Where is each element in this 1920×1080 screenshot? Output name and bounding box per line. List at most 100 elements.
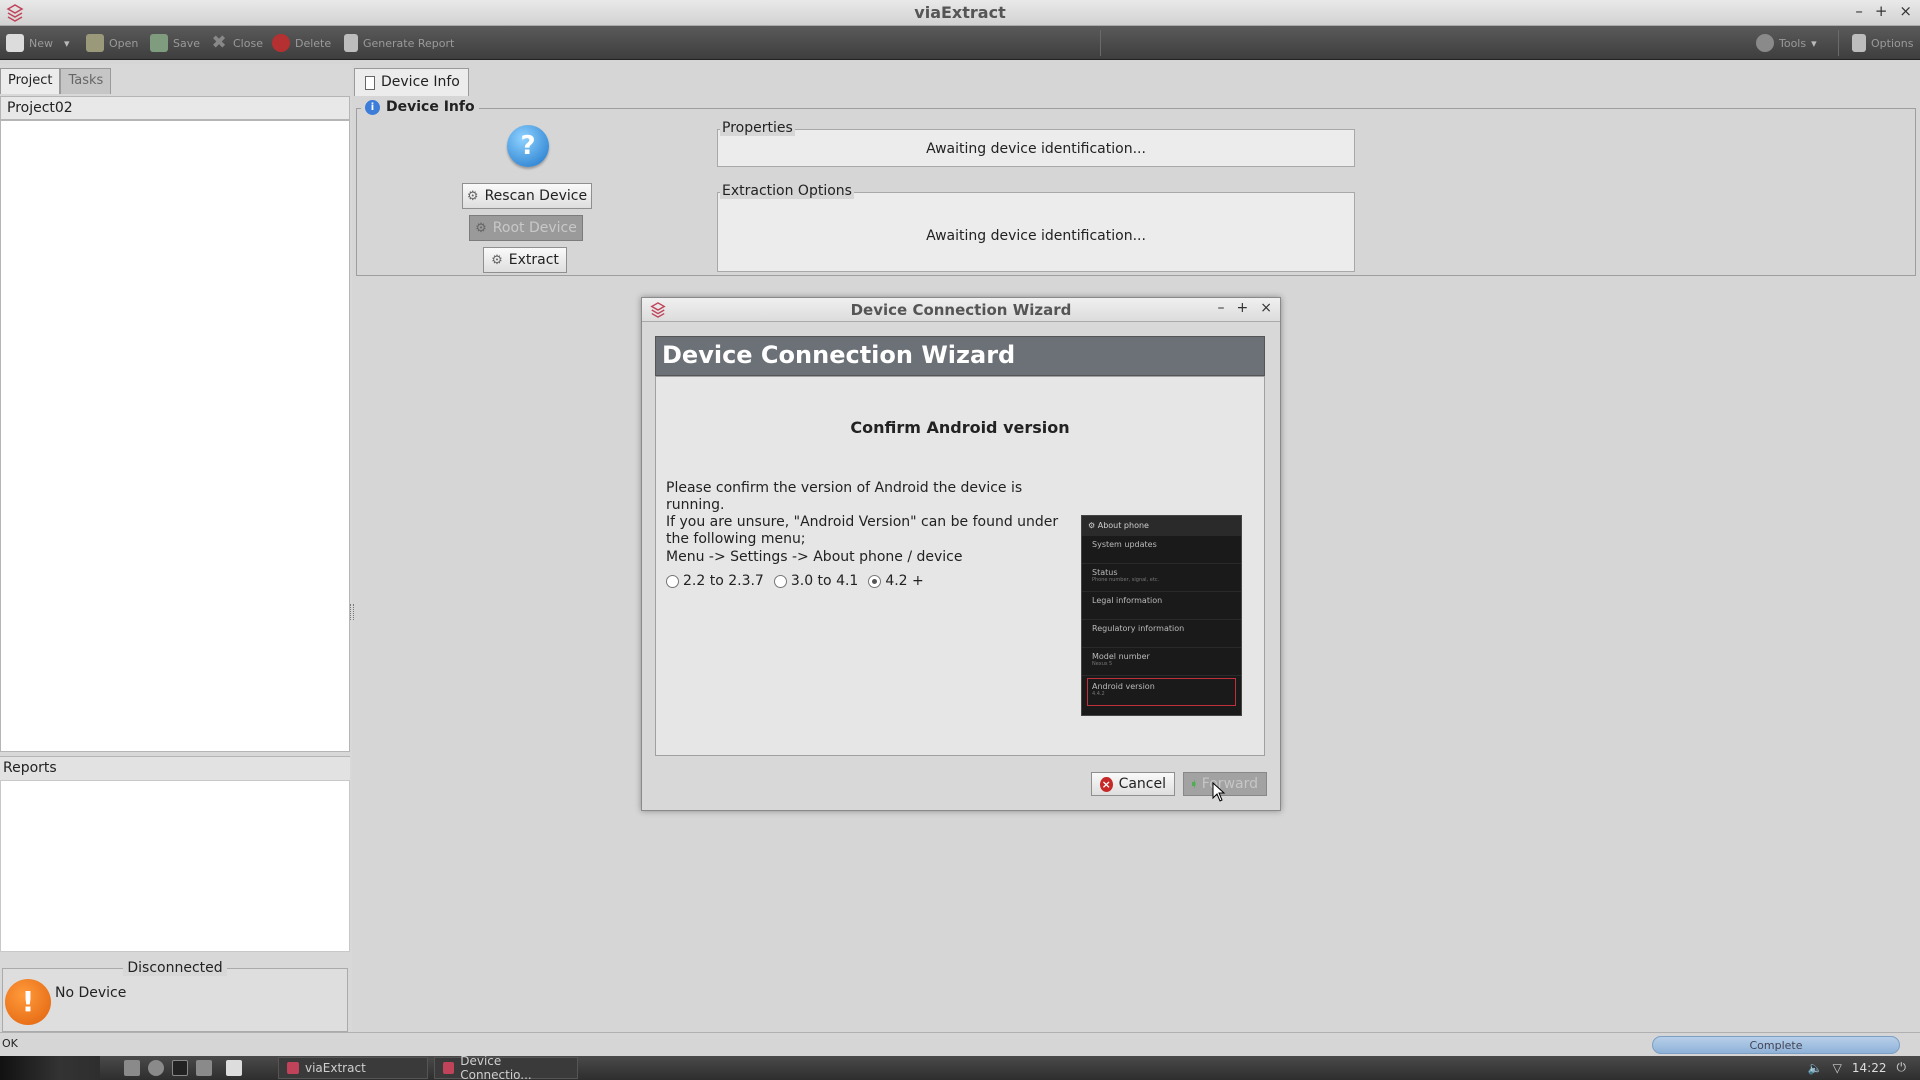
maximize-button[interactable]: + xyxy=(1875,2,1888,20)
windows-icon[interactable] xyxy=(196,1060,212,1076)
tab-project[interactable]: Project xyxy=(0,68,61,94)
taskbar-item-viaextract[interactable]: viaExtract xyxy=(278,1057,428,1079)
radio-2-2-to-2-3-7[interactable] xyxy=(666,574,679,588)
document-icon xyxy=(365,76,375,90)
open-button[interactable]: Open xyxy=(86,32,138,54)
cancel-button[interactable]: × Cancel xyxy=(1091,772,1175,796)
radio-label[interactable]: 4.2 + xyxy=(885,573,923,589)
taskbar-item-device-connection[interactable]: Device Connectio... xyxy=(434,1054,578,1080)
tools-menu-button[interactable]: Tools ▾ xyxy=(1756,32,1817,54)
left-tabs: Project Tasks xyxy=(0,68,112,94)
extraction-options-label: Extraction Options xyxy=(720,183,854,199)
properties-group: Properties Awaiting device identificatio… xyxy=(717,120,1355,167)
status-bar: OK Complete xyxy=(0,1032,1920,1056)
show-desktop-icon[interactable] xyxy=(226,1060,242,1076)
tools-icon xyxy=(1756,34,1774,52)
project-tree[interactable] xyxy=(0,120,350,752)
dialog-maximize-button[interactable]: + xyxy=(1237,300,1249,316)
radio-label[interactable]: 3.0 to 4.1 xyxy=(791,573,858,589)
wizard-body: Confirm Android version Please confirm t… xyxy=(655,376,1265,756)
toolbar-divider xyxy=(1838,30,1839,56)
extract-button[interactable]: ⚙ Extract xyxy=(483,247,567,273)
phone-header: ⚙ About phone xyxy=(1082,516,1241,536)
app-logo-icon xyxy=(287,1062,299,1074)
phone-item-title: Regulatory information xyxy=(1092,624,1185,633)
new-document-icon xyxy=(6,34,24,52)
phone-item-title: Status xyxy=(1092,568,1118,577)
extraction-options-group: Extraction Options Awaiting device ident… xyxy=(717,183,1355,272)
options-button[interactable]: Options xyxy=(1852,32,1913,54)
phone-item-subtitle: Phone number, signal, etc. xyxy=(1092,577,1160,583)
gear-icon: ⚙ xyxy=(1088,521,1096,530)
toolbar-divider xyxy=(1100,30,1101,56)
tab-device-info[interactable]: Device Info xyxy=(354,68,469,96)
start-menu-button[interactable] xyxy=(0,1056,100,1080)
open-label: Open xyxy=(109,36,139,50)
reports-header: Reports xyxy=(0,756,350,780)
phone-list-item-android-version: Android version 4.4.2 xyxy=(1087,678,1236,706)
gear-icon: ⚙ xyxy=(475,220,487,236)
new-button[interactable]: New ▾ xyxy=(6,32,70,54)
volume-icon[interactable]: 🔈 xyxy=(1808,1061,1823,1075)
dialog-close-button[interactable]: × xyxy=(1260,300,1272,316)
rescan-device-button[interactable]: ⚙ Rescan Device xyxy=(462,183,592,209)
dialog-window-controls: – + × xyxy=(1218,300,1272,316)
dialog-titlebar[interactable]: Device Connection Wizard – + × xyxy=(642,298,1280,322)
save-label: Save xyxy=(173,36,201,50)
dialog-minimize-button[interactable]: – xyxy=(1218,300,1225,316)
extraction-options-value: Awaiting device identification... xyxy=(926,228,1146,244)
delete-label: Delete xyxy=(295,36,332,50)
network-icon[interactable]: ▽ xyxy=(1833,1061,1842,1075)
minimize-button[interactable]: – xyxy=(1855,2,1863,20)
radio-label[interactable]: 2.2 to 2.3.7 xyxy=(683,573,764,589)
delete-icon xyxy=(272,34,290,52)
clock[interactable]: 14:22 xyxy=(1852,1061,1887,1075)
radio-4-2-plus[interactable] xyxy=(868,574,882,588)
save-button[interactable]: Save xyxy=(150,32,200,54)
power-icon[interactable]: ⏻ xyxy=(1897,1060,1907,1075)
gear-icon: ⚙ xyxy=(466,188,479,204)
browser-icon[interactable] xyxy=(148,1060,164,1076)
phone-list-item: Legal information xyxy=(1082,592,1241,620)
project-name-header[interactable]: Project02 xyxy=(0,96,350,120)
new-label: New xyxy=(29,36,53,50)
open-folder-icon xyxy=(86,34,104,52)
extract-label: Extract xyxy=(508,252,559,268)
close-button[interactable]: × xyxy=(1899,2,1912,20)
phone-item-title: Model number xyxy=(1092,652,1150,661)
save-icon xyxy=(150,34,168,52)
close-project-button[interactable]: ✖ Close xyxy=(210,32,263,54)
phone-list-item: Status Phone number, signal, etc. xyxy=(1082,564,1241,592)
connection-status-panel: Disconnected ! No Device xyxy=(2,960,348,1032)
chevron-down-icon[interactable]: ▾ xyxy=(64,37,70,50)
generate-report-button[interactable]: Generate Report xyxy=(344,32,454,54)
main-toolbar: New ▾ Open Save ✖ Close Delete Generate … xyxy=(0,26,1920,60)
taskbar-item-label: Device Connectio... xyxy=(460,1054,532,1080)
reports-list[interactable] xyxy=(0,780,350,952)
file-manager-icon[interactable] xyxy=(124,1060,140,1076)
tools-label: Tools xyxy=(1779,36,1807,50)
phone-list-item: Regulatory information xyxy=(1082,620,1241,648)
connection-status: Disconnected xyxy=(123,960,227,976)
phone-item-title: System updates xyxy=(1092,540,1157,549)
radio-3-0-to-4-1[interactable] xyxy=(773,574,787,588)
device-connection-wizard-dialog: Device Connection Wizard – + × Device Co… xyxy=(641,297,1281,811)
dialog-title: Device Connection Wizard xyxy=(850,301,1072,319)
close-x-icon: ✖ xyxy=(211,32,227,53)
delete-button[interactable]: Delete xyxy=(272,32,331,54)
gear-icon: ⚙ xyxy=(491,252,503,268)
root-device-button[interactable]: ⚙ Root Device xyxy=(469,215,583,241)
cancel-label: Cancel xyxy=(1118,776,1166,792)
app-title: viaExtract xyxy=(914,3,1006,22)
terminal-icon[interactable] xyxy=(172,1060,188,1076)
forward-arrow-icon xyxy=(1192,779,1196,789)
phone-list-item: Model number Nexus 5 xyxy=(1082,648,1241,676)
wizard-heading: Confirm Android version xyxy=(850,418,1070,437)
cancel-icon: × xyxy=(1100,776,1113,792)
device-name: No Device xyxy=(55,985,127,1001)
wizard-instructions: Please confirm the version of Android th… xyxy=(666,480,1059,547)
tab-tasks[interactable]: Tasks xyxy=(60,68,112,94)
chevron-down-icon: ▾ xyxy=(1811,36,1817,50)
project-name: Project02 xyxy=(7,100,73,116)
app-titlebar: viaExtract – + × xyxy=(0,0,1920,26)
